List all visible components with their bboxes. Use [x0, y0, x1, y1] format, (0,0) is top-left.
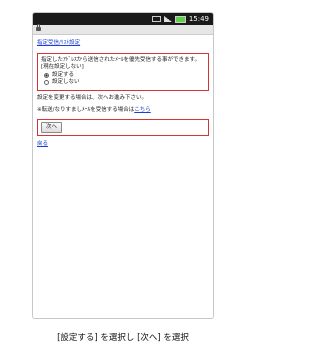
spoof-note: ※転送/なりすましﾒｰﾙを受信する場合はこちら	[37, 107, 209, 115]
spoof-note-text: ※転送/なりすましﾒｰﾙを受信する場合は	[37, 107, 135, 113]
next-button-box: 次へ	[37, 118, 209, 136]
battery-icon	[174, 15, 186, 23]
option-enable[interactable]: 設定する	[44, 72, 205, 80]
setting-box: 指定したｱﾄﾞﾚｽから送信されたﾒｰﾙを優先受信する事ができます。 [現在設定し…	[37, 52, 209, 91]
signal-strength-icon	[163, 16, 172, 22]
status-bar: 15:49	[33, 13, 213, 25]
phone-screen: 15:49 指定受信/ﾘｽﾄ設定 指定したｱﾄﾞﾚｽから送信されたﾒｰﾙを優先受…	[32, 12, 214, 319]
spoof-note-link[interactable]: こちら	[134, 107, 151, 113]
option-enable-label: 設定する	[52, 71, 75, 78]
description-text: 指定したｱﾄﾞﾚｽから送信されたﾒｰﾙを優先受信する事ができます。	[41, 56, 200, 63]
radio-disable[interactable]	[44, 80, 49, 86]
lock-icon	[36, 24, 41, 31]
security-bar	[33, 24, 213, 35]
option-disable[interactable]: 設定しない	[44, 79, 205, 87]
caption-text: [設定する] を選択し [次へ] を選択	[57, 333, 189, 343]
back-link[interactable]: 戻る	[37, 141, 209, 149]
network-type-icon	[151, 16, 161, 22]
next-button[interactable]: 次へ	[41, 121, 63, 133]
option-disable-label: 設定しない	[52, 79, 80, 85]
page-title-link[interactable]: 指定受信/ﾘｽﾄ設定	[37, 40, 209, 48]
radio-enable[interactable]	[44, 72, 49, 78]
current-setting-text: [現在設定しない]	[41, 64, 84, 70]
change-note: 設定を変更する場合は、次へお進み下さい。	[37, 94, 148, 101]
status-time: 15:49	[188, 15, 209, 23]
page-content: 指定受信/ﾘｽﾄ設定 指定したｱﾄﾞﾚｽから送信されたﾒｰﾙを優先受信する事がで…	[33, 35, 213, 151]
